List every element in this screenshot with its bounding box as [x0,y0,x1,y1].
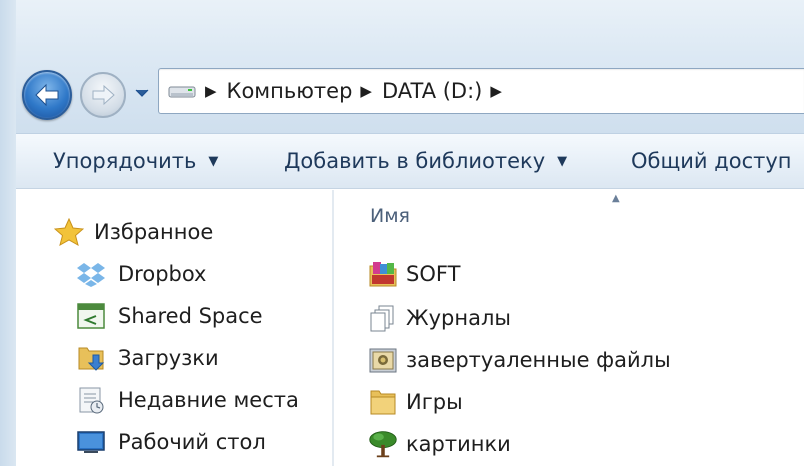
nav-item-label: Dropbox [118,262,207,286]
drive-icon [168,86,196,98]
star-icon [54,217,84,247]
downloads-folder-icon [76,343,106,373]
breadcrumb-data-drive[interactable]: DATA (D:) [382,79,482,103]
nav-item-label: Загрузки [118,346,219,370]
file-name: завертуаленные файлы [406,348,671,372]
chevron-down-icon [135,89,149,97]
nav-favorites[interactable]: Избранное [54,215,213,249]
arrow-left-icon [35,83,59,107]
recent-places-icon [76,385,106,415]
share-button[interactable]: Общий доступ [631,146,792,176]
file-row-pictures[interactable]: картинки [368,427,511,461]
breadcrumb-separator-icon[interactable]: ▶ [205,82,217,100]
file-name: картинки [406,432,511,456]
command-bar: Упорядочить ▼ Добавить в библиотеку ▼ Об… [16,133,804,189]
tree-icon [368,429,398,459]
file-row-games[interactable]: Игры [368,385,463,419]
caret-down-icon: ▼ [208,153,219,169]
file-row-soft[interactable]: SOFT [368,257,460,291]
desktop-icon [76,427,106,457]
nav-item-label: Недавние места [118,388,299,412]
arrow-right-icon [92,84,115,106]
breadcrumb-computer[interactable]: Компьютер [227,79,353,103]
folder-icon [368,387,398,417]
nav-favorites-label: Избранное [94,220,214,244]
forward-button[interactable] [80,72,126,118]
add-to-library-label: Добавить в библиотеку [284,149,546,173]
file-row-virtualized-files[interactable]: завертуаленные файлы [368,343,671,377]
dropbox-icon [76,259,106,289]
file-name: SOFT [406,262,461,286]
nav-item-downloads[interactable]: Загрузки [76,341,219,375]
file-row-journals[interactable]: Журналы [368,301,511,335]
breadcrumb-separator-icon[interactable]: ▶ [360,82,372,100]
file-name: Журналы [406,306,511,330]
file-name: Игры [406,390,463,414]
caret-down-icon: ▼ [557,153,568,169]
window-border [0,0,16,466]
add-to-library-button[interactable]: Добавить в библиотеку ▼ [284,146,567,176]
sort-ascending-icon: ▲ [612,193,620,204]
recent-pages-dropdown[interactable] [133,86,151,100]
nav-item-dropbox[interactable]: Dropbox [76,257,206,291]
share-label: Общий доступ [631,149,792,173]
nav-item-recent-places[interactable]: Недавние места [76,383,299,417]
shared-space-icon [76,301,106,331]
nav-item-label: Shared Space [118,304,263,328]
file-list: ▲ Имя SOFT Журналы завертуаленные файлы … [334,190,804,466]
address-bar[interactable]: ▶ Компьютер ▶ DATA (D:) ▶ [158,68,804,114]
software-folder-icon [368,259,398,289]
image-folder-icon [368,345,398,375]
documents-stack-icon [368,303,398,333]
nav-item-shared-space[interactable]: Shared Space [76,299,263,333]
navigation-pane: Избранное Dropbox Shared Space Загрузки … [16,190,332,466]
nav-item-label: Рабочий стол [118,430,266,454]
column-header-name[interactable]: Имя [370,205,410,227]
organize-button[interactable]: Упорядочить ▼ [53,146,218,176]
back-button[interactable] [22,70,72,120]
breadcrumb-separator-icon[interactable]: ▶ [490,82,502,100]
nav-item-desktop[interactable]: Рабочий стол [76,425,266,459]
organize-label: Упорядочить [53,149,197,173]
